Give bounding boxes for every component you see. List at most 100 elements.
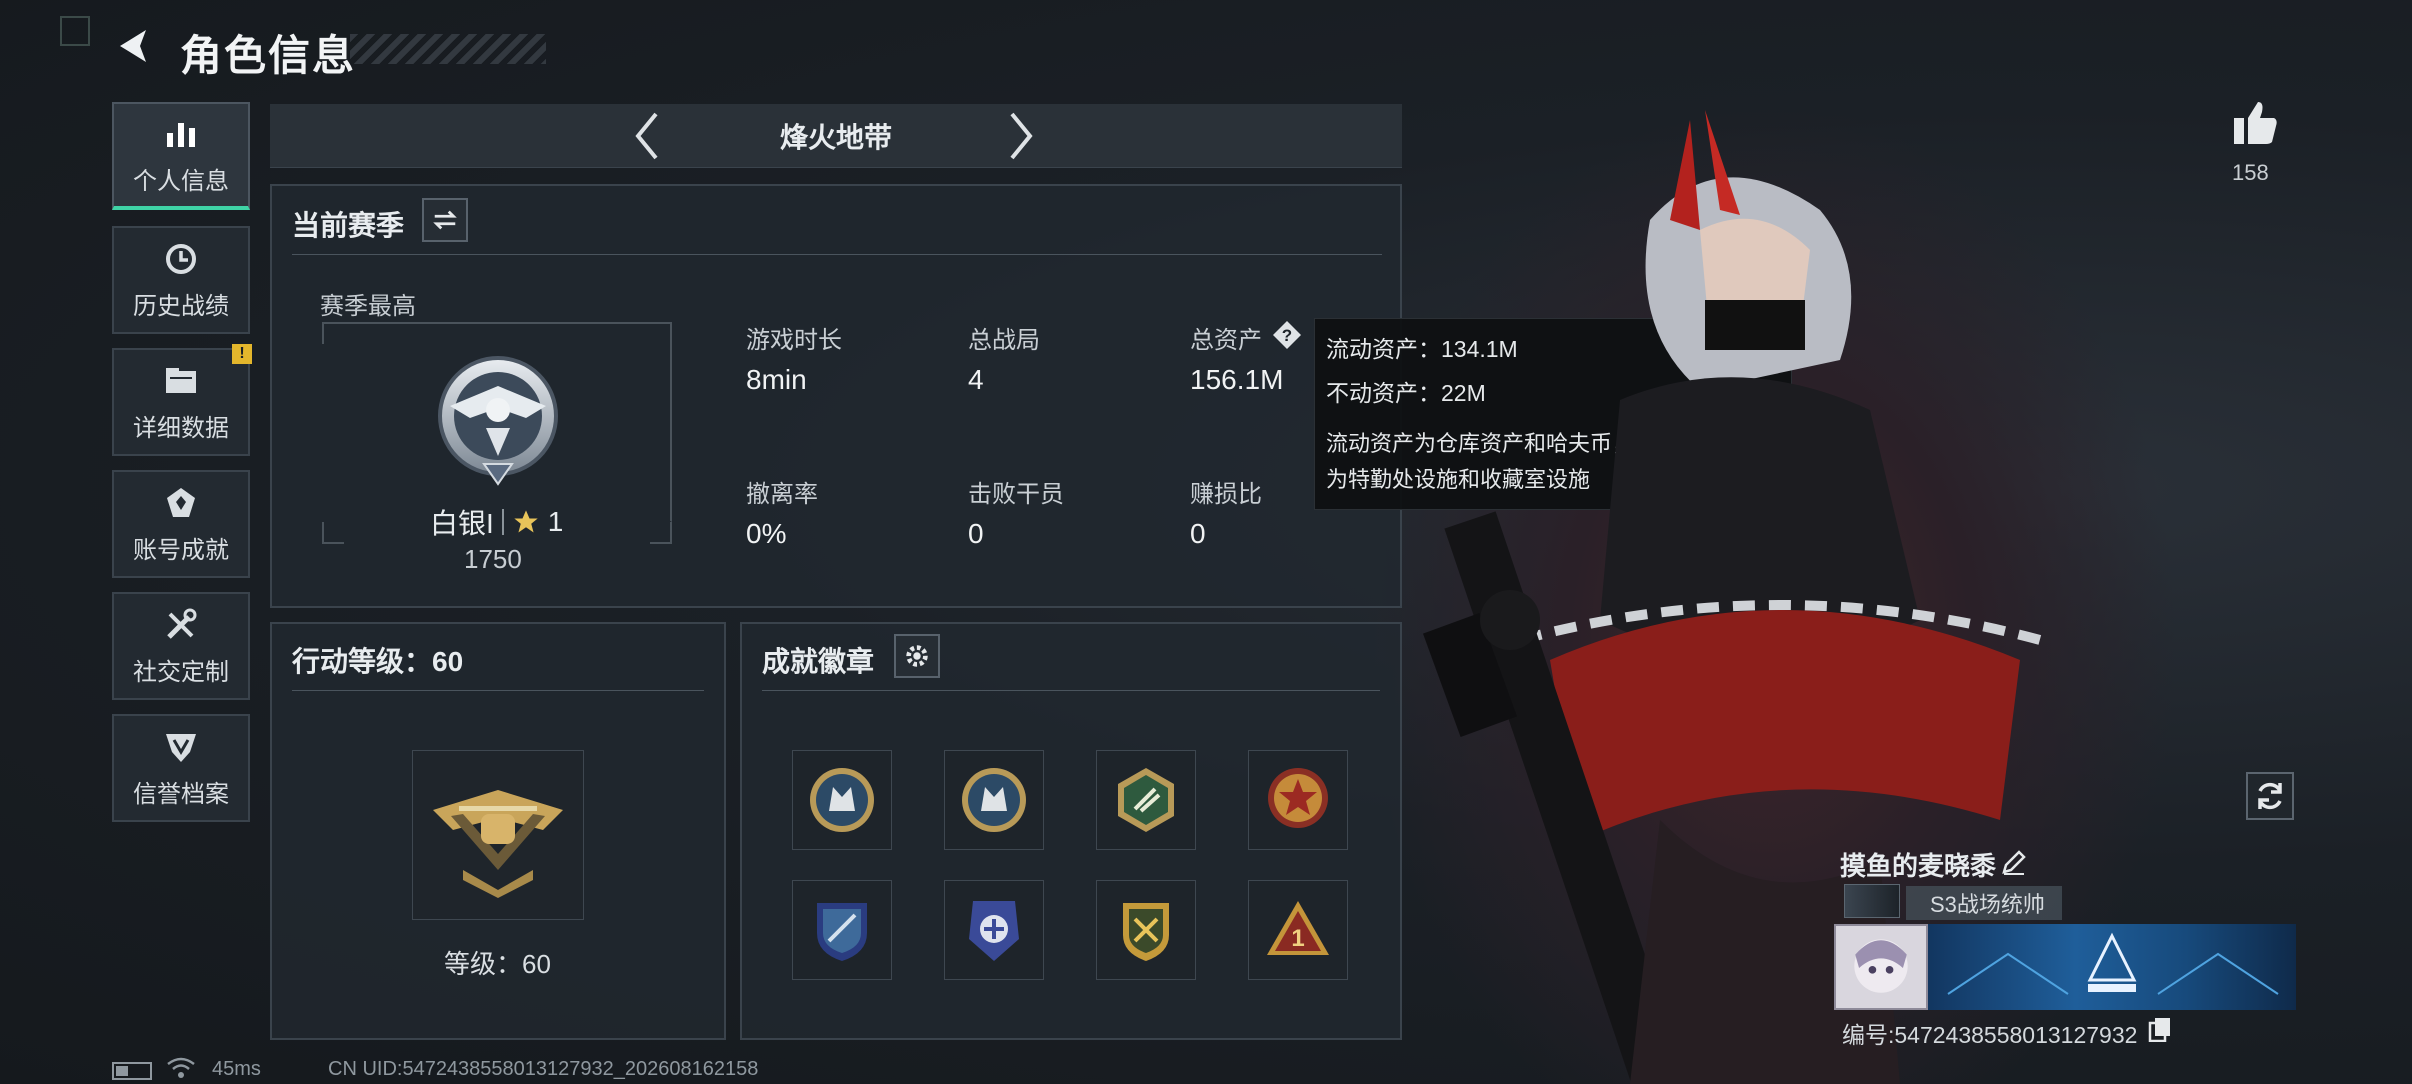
copy-uid-button[interactable] (2148, 1016, 2172, 1043)
helicopter-level-icon (433, 790, 563, 898)
rank-name: 白银I (430, 508, 494, 539)
season-divider (292, 254, 1382, 255)
level-emblem-frame (412, 750, 584, 920)
badges-divider (762, 690, 1380, 691)
level-panel-title: 行动等级：60 (292, 646, 464, 677)
badge-slot-6[interactable] (944, 880, 1044, 980)
wolf-badge-icon (962, 768, 1026, 832)
sidebar-item-label: 详细数据 (133, 414, 229, 442)
folder-icon (166, 367, 196, 393)
sidebar-item-label: 账号成就 (133, 536, 229, 564)
silver-rank-emblem (430, 346, 566, 496)
eagle-rank-icon (438, 356, 558, 486)
prev-mode-button[interactable] (622, 110, 672, 162)
achievement-emblem-icon (167, 487, 195, 517)
badge-slot-5[interactable] (792, 880, 892, 980)
next-mode-button[interactable] (996, 110, 1046, 162)
rank-line: 白银I 1 (430, 504, 610, 540)
sidebar-item-social-custom[interactable]: 社交定制 (112, 592, 250, 700)
back-arrow-icon (120, 30, 146, 62)
badge-slot-4[interactable] (1248, 750, 1348, 850)
season-best-label: 赛季最高 (320, 293, 416, 320)
badge-slot-3[interactable] (1096, 750, 1196, 850)
badges-settings-button[interactable] (894, 634, 940, 678)
chevron-right-icon (1010, 112, 1033, 160)
badges-panel-title: 成就徽章 (762, 646, 875, 677)
stat-value-extract-rate: 0% (746, 518, 787, 549)
rank-separator (501, 509, 504, 535)
svg-text:1: 1 (1291, 925, 1304, 952)
swap-arrows-icon (433, 210, 457, 230)
refresh-icon (2258, 782, 2282, 810)
stat-label-profit-ratio: 赚损比 (1190, 481, 1262, 508)
rank-points: 1750 (464, 544, 522, 574)
gear-icon (906, 645, 928, 667)
sidebar-item-history[interactable]: 历史战绩 (112, 226, 250, 334)
rank-stars: 1 (547, 506, 564, 537)
season-switch-button[interactable] (422, 198, 468, 242)
warning-badge: ! (232, 344, 252, 364)
svg-text:?: ? (1282, 326, 1292, 345)
reputation-shield-icon (166, 733, 196, 762)
history-clock-icon (166, 243, 196, 274)
copy-icon (2148, 1018, 2170, 1043)
stat-value-profit-ratio: 0 (1190, 518, 1206, 549)
title-decoration (350, 34, 546, 64)
gold-badge-icon (1123, 903, 1169, 961)
player-nickname: 摸鱼的麦晓黍 (1840, 851, 1997, 881)
badge-slot-2[interactable] (944, 750, 1044, 850)
badge-slot-8[interactable]: 1 (1248, 880, 1348, 980)
sidebar-item-label: 历史战绩 (133, 292, 229, 320)
star-icon (514, 510, 538, 533)
badge-slot-1[interactable] (792, 750, 892, 850)
corner-decoration (60, 16, 90, 46)
stat-label-total-assets: 总资产 (1190, 327, 1262, 354)
stat-value-total-assets: 156.1M (1190, 364, 1284, 395)
sidebar-item-detailed-data[interactable]: 详细数据 ! (112, 344, 252, 456)
bar-chart-icon (167, 122, 195, 147)
sidebar-item-label: 社交定制 (133, 658, 229, 686)
sidebar-item-achievements[interactable]: 账号成就 (112, 470, 250, 578)
edit-nickname-button[interactable] (2000, 848, 2028, 876)
stat-label-extract-rate: 撤离率 (746, 481, 818, 508)
pencil-icon (2002, 850, 2026, 875)
badge-slot-7[interactable] (1096, 880, 1196, 980)
mode-title: 烽火地带 (779, 122, 892, 153)
shield-badge-icon (817, 903, 867, 961)
title-banner-icon (1844, 884, 1900, 918)
sidebar-item-label: 个人信息 (133, 167, 229, 195)
tools-icon (167, 608, 197, 639)
police-badge-icon (969, 901, 1019, 961)
battery-icon (112, 1062, 152, 1080)
sidebar-item-personal-info[interactable]: 个人信息 (112, 102, 250, 210)
refresh-button[interactable] (2246, 772, 2294, 820)
stat-label-kills: 击败干员 (968, 481, 1064, 508)
like-button[interactable] (2230, 98, 2280, 148)
level-text: 等级：60 (444, 949, 551, 979)
wolf-badge-icon (810, 768, 874, 832)
like-count: 158 (2232, 160, 2269, 185)
stat-value-matches: 4 (968, 364, 984, 395)
level-divider (292, 690, 704, 691)
wifi-icon (166, 1056, 196, 1080)
stat-label-matches: 总战局 (968, 327, 1040, 354)
thumbs-up-icon (2234, 102, 2277, 144)
avatar[interactable] (1834, 924, 1928, 1010)
ping-text: 45ms (212, 1058, 261, 1080)
help-diamond-icon: ? (1273, 321, 1301, 349)
season-panel-title: 当前赛季 (292, 210, 405, 241)
avatar-character-icon (1854, 939, 1908, 993)
sidebar-item-reputation[interactable]: 信誉档案 (112, 714, 250, 822)
rank-one-badge-icon: 1 (1267, 901, 1329, 955)
profile-banner[interactable] (1928, 924, 2296, 1010)
star-badge-icon (1268, 768, 1328, 828)
sidebar-item-label: 信誉档案 (133, 780, 229, 808)
stat-label-playtime: 游戏时长 (746, 327, 842, 354)
chevron-left-icon (635, 112, 658, 160)
back-button[interactable] (112, 24, 156, 68)
hex-badge-icon (1118, 768, 1174, 832)
title-tag: S3战场统帅 (1906, 886, 2062, 920)
stat-value-kills: 0 (968, 518, 984, 549)
profile-uid: 编号:5472438558013127932 (1842, 1022, 2138, 1048)
assets-help-button[interactable]: ? (1272, 320, 1302, 350)
